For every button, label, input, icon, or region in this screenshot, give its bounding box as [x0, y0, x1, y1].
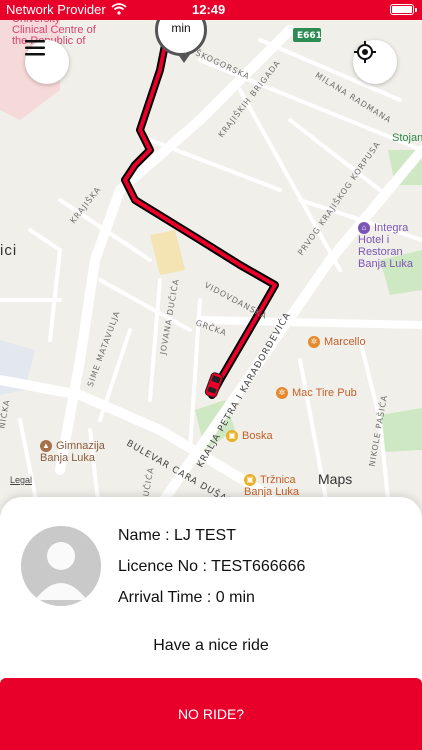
hamburger-icon — [25, 40, 45, 56]
arrival-time: Arrival Time : 0 min — [118, 589, 255, 606]
route-outline — [121, 26, 279, 399]
poi-stojan[interactable]: Stojan — [392, 132, 422, 144]
bed-icon: ⌂ — [358, 222, 370, 235]
no-ride-button[interactable]: NO RIDE? — [0, 678, 422, 750]
poi-mac-tire[interactable]: ✲ Mac Tire Pub — [276, 387, 357, 400]
user-placeholder-icon — [21, 526, 101, 606]
route-line — [123, 28, 277, 397]
driver-licence: Licence No : TEST666666 — [118, 558, 306, 575]
carrier-label: Network Provider — [6, 2, 106, 17]
menu-button[interactable] — [25, 40, 69, 84]
shopping-icon: ▣ — [226, 430, 238, 443]
restaurant-icon: ✲ — [308, 336, 320, 349]
map-view[interactable]: E661 ŠKOGORSKA MILANA RADMANA KRAJIŠKIH … — [0, 0, 422, 520]
battery-icon — [390, 4, 417, 15]
legal-link[interactable]: Legal — [10, 475, 32, 485]
status-bar: Network Provider 12:49 — [0, 0, 422, 20]
farewell-message: Have a nice ride — [153, 637, 269, 654]
locate-me-button[interactable] — [353, 40, 397, 84]
school-icon: ▲ — [40, 440, 52, 453]
bar-icon: ✲ — [276, 387, 288, 400]
crosshair-icon — [354, 41, 376, 63]
major-road — [196, 316, 422, 329]
major-road — [145, 145, 422, 520]
poi-hotel[interactable]: ⌂ Integra Hotel i Restoran Banja Luka — [358, 222, 422, 270]
status-time: 12:49 — [192, 2, 226, 17]
poi-gimnazija[interactable]: ▲ Gimnazija Banja Luka — [40, 440, 130, 464]
car-icon — [204, 372, 224, 398]
building-area — [150, 230, 185, 275]
wifi-icon — [111, 3, 127, 15]
driver-info-sheet: Name : LJ TEST Licence No : TEST666666 A… — [0, 497, 422, 750]
maps-attribution: Maps — [318, 471, 353, 487]
poi-boska[interactable]: ▣ Boska — [226, 430, 273, 443]
road-badge-text: E661 — [297, 31, 322, 41]
park-area — [380, 408, 422, 452]
driver-name: Name : LJ TEST — [118, 527, 236, 544]
avatar — [21, 526, 101, 606]
poi-trznica[interactable]: ▣ Tržnica Banja Luka — [244, 474, 324, 498]
eta-pin-text: min — [171, 21, 191, 35]
shopping-icon: ▣ — [244, 474, 256, 487]
city-label: ici — [0, 242, 18, 259]
poi-marcello[interactable]: ✲ Marcello — [308, 336, 366, 349]
